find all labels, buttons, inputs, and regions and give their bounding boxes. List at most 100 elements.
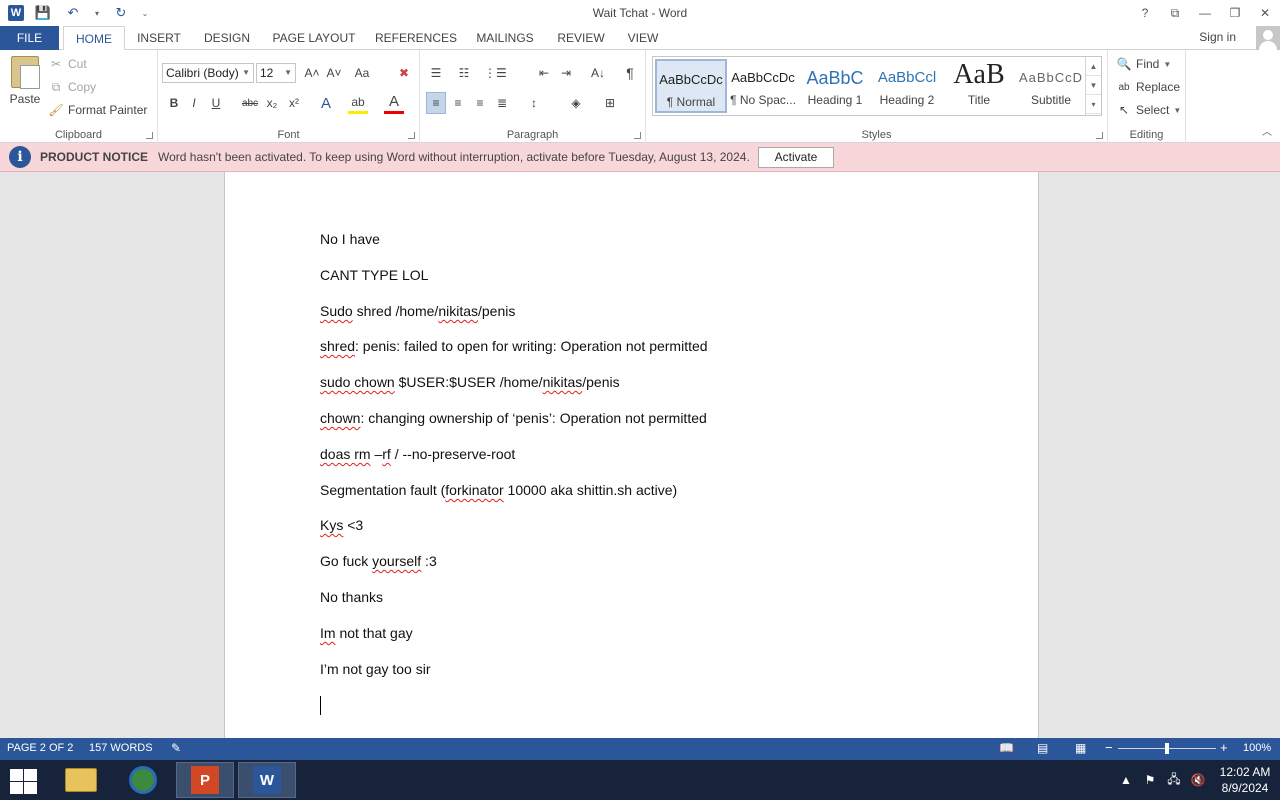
chevron-up-icon[interactable]: ▲ <box>1086 57 1101 76</box>
format-painter-button[interactable]: 🖌 Format Painter <box>48 100 147 120</box>
style-normal[interactable]: AaBbCcDc ¶ Normal <box>655 59 727 113</box>
superscript-button[interactable]: x² <box>284 92 304 114</box>
spelling-error[interactable]: Sudo <box>320 303 353 319</box>
clock[interactable]: 12:02 AM 8/9/2024 <box>1210 764 1280 796</box>
redo-icon[interactable]: ↻ <box>110 3 132 23</box>
align-left-icon[interactable]: ≡ <box>426 92 446 114</box>
change-case-button[interactable]: Aa <box>352 62 372 84</box>
paragraph[interactable]: Go fuck yourself :3 <box>320 553 437 569</box>
spelling-error[interactable]: doas rm <box>320 446 371 462</box>
zoom-slider-thumb[interactable] <box>1165 743 1169 754</box>
bullets-icon[interactable]: ☰ <box>426 62 446 84</box>
tab-design[interactable]: DESIGN <box>198 26 256 50</box>
strikethrough-button[interactable]: abc <box>240 92 260 114</box>
paragraph[interactable]: No I have <box>320 231 380 247</box>
zoom-level[interactable]: 100% <box>1243 742 1271 754</box>
paragraph[interactable]: shred: penis: failed to open for writing… <box>320 338 708 354</box>
tab-insert[interactable]: INSERT <box>132 26 186 50</box>
paragraph[interactable]: Segmentation fault (forkinator 10000 aka… <box>320 482 677 498</box>
undo-icon[interactable]: ↶ <box>62 3 84 23</box>
align-center-icon[interactable]: ≡ <box>448 92 468 114</box>
customize-qat-icon[interactable]: ⌄ <box>140 3 150 23</box>
style-title[interactable]: AaB Title <box>943 59 1015 113</box>
action-center-flag-icon[interactable]: ⚑ <box>1138 773 1162 787</box>
word-app-icon[interactable]: W <box>8 5 24 21</box>
underline-button[interactable]: U <box>206 92 226 114</box>
shrink-font-button[interactable]: A˅ <box>324 62 344 84</box>
volume-muted-icon[interactable]: 🔇 <box>1186 773 1210 787</box>
spelling-error[interactable]: yourself <box>372 553 421 569</box>
collapse-ribbon-icon[interactable]: ︿ <box>1262 123 1272 138</box>
word-count[interactable]: 157 WORDS <box>89 742 153 754</box>
minimize-button[interactable]: — <box>1190 0 1220 26</box>
paragraph[interactable]: chown: changing ownership of ‘penis’: Op… <box>320 410 707 426</box>
numbering-icon[interactable]: ☷ <box>454 62 474 84</box>
font-launcher-icon[interactable] <box>408 132 415 139</box>
sign-in-link[interactable]: Sign in <box>1199 30 1236 44</box>
zoom-in-icon[interactable]: + <box>1220 740 1228 755</box>
paragraph[interactable]: Sudo shred /home/nikitas/penis <box>320 303 515 319</box>
justify-icon[interactable]: ≣ <box>492 92 512 114</box>
cut-button[interactable]: ✂ Cut <box>48 54 87 74</box>
tab-home[interactable]: HOME <box>63 26 125 51</box>
spelling-error[interactable]: shred <box>320 338 355 354</box>
spelling-error[interactable]: rf <box>382 446 391 462</box>
font-size-select[interactable]: 12 ▼ <box>256 63 296 83</box>
clear-formatting-icon[interactable]: ✖ <box>394 62 414 84</box>
avatar[interactable] <box>1256 26 1280 50</box>
help-button[interactable]: ? <box>1130 0 1160 26</box>
replace-button[interactable]: ab Replace <box>1116 76 1180 98</box>
highlight-button[interactable]: ab <box>348 92 368 114</box>
paragraph-launcher-icon[interactable] <box>634 132 641 139</box>
document-page[interactable]: No I have CANT TYPE LOL Sudo shred /home… <box>224 172 1039 738</box>
paragraph[interactable]: CANT TYPE LOL <box>320 267 428 283</box>
find-button[interactable]: 🔍 Find ▼ <box>1116 53 1172 75</box>
clipboard-launcher-icon[interactable] <box>146 132 153 139</box>
select-button[interactable]: ↖ Select ▼ <box>1116 99 1181 121</box>
proofing-icon[interactable]: ✎ <box>171 741 181 755</box>
decrease-indent-icon[interactable]: ⇤ <box>534 62 554 84</box>
windows-start-icon[interactable] <box>8 768 38 794</box>
page-count[interactable]: PAGE 2 OF 2 <box>7 742 73 754</box>
font-family-select[interactable]: Calibri (Body) ▼ <box>162 63 254 83</box>
print-layout-icon[interactable]: ▤ <box>1037 741 1048 755</box>
style-heading-1[interactable]: AaBbC Heading 1 <box>799 59 871 113</box>
italic-button[interactable]: I <box>184 92 204 114</box>
styles-launcher-icon[interactable] <box>1096 132 1103 139</box>
browser-icon[interactable] <box>114 762 172 798</box>
spelling-error[interactable]: sudo chown <box>320 374 395 390</box>
bold-button[interactable]: B <box>164 92 184 114</box>
spelling-error[interactable]: forkinator <box>445 482 503 498</box>
spelling-error[interactable]: Im <box>320 625 336 641</box>
paragraph[interactable]: Im not that gay <box>320 625 413 641</box>
web-layout-icon[interactable]: ▦ <box>1075 741 1086 755</box>
paste-button[interactable]: Paste <box>6 56 44 120</box>
borders-icon[interactable]: ⊞ <box>600 92 620 114</box>
tab-view[interactable]: VIEW <box>621 26 665 50</box>
more-styles-icon[interactable]: ▾ <box>1086 95 1101 114</box>
line-spacing-icon[interactable]: ↕ <box>524 92 544 114</box>
tab-review[interactable]: REVIEW <box>553 26 609 50</box>
file-explorer-icon[interactable] <box>52 762 110 798</box>
align-right-icon[interactable]: ≡ <box>470 92 490 114</box>
paragraph[interactable]: doas rm –rf / --no-preserve-root <box>320 446 515 462</box>
copy-button[interactable]: ⧉ Copy <box>48 77 96 97</box>
tab-references[interactable]: REFERENCES <box>374 26 458 50</box>
spelling-error[interactable]: nikitas <box>543 374 583 390</box>
increase-indent-icon[interactable]: ⇥ <box>556 62 576 84</box>
word-taskbar-icon[interactable]: W <box>238 762 296 798</box>
style-subtitle[interactable]: AaBbCcD Subtitle <box>1015 59 1087 113</box>
style-no-spacing[interactable]: AaBbCcDc ¶ No Spac... <box>727 59 799 113</box>
maximize-button[interactable]: ❐ <box>1220 0 1250 26</box>
spelling-error[interactable]: Kys <box>320 517 343 533</box>
paragraph[interactable]: sudo chown $USER:$USER /home/nikitas/pen… <box>320 374 620 390</box>
paragraph[interactable]: I’m not gay too sir <box>320 661 431 677</box>
grow-font-button[interactable]: A˄ <box>302 62 322 84</box>
paragraph[interactable]: Kys <3 <box>320 517 363 533</box>
show-formatting-marks-icon[interactable]: ¶ <box>620 62 640 84</box>
spelling-error[interactable]: chown <box>320 410 360 426</box>
chevron-down-icon[interactable]: ▼ <box>1086 76 1101 95</box>
close-button[interactable]: ✕ <box>1250 0 1280 26</box>
shading-icon[interactable]: ◈ <box>566 92 586 114</box>
sort-icon[interactable]: A↓ <box>588 62 608 84</box>
